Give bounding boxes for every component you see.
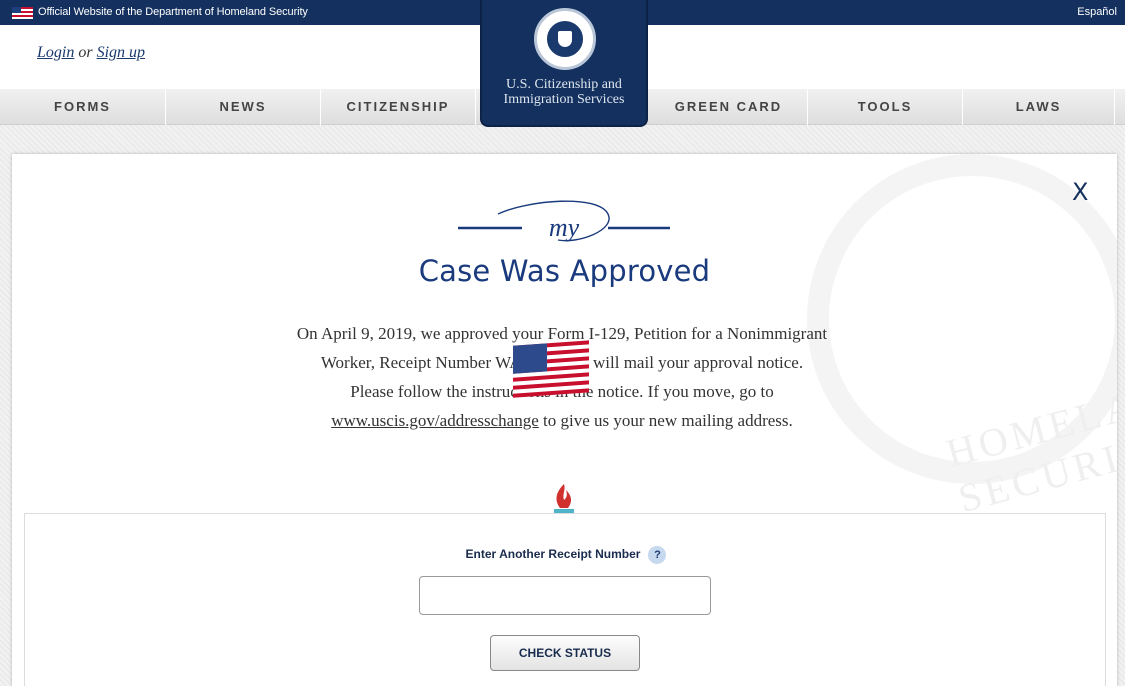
- uscis-logo[interactable]: U.S. Citizenship and Immigration Service…: [480, 0, 648, 127]
- case-status-card: HOMELAND SECURITY X my Case Was Approved…: [12, 154, 1117, 686]
- logo-line-1: U.S. Citizenship and: [506, 77, 622, 92]
- my-uscis-logo-icon: my: [458, 200, 670, 242]
- receipt-check-panel: Enter Another Receipt Number? CHECK STAT…: [24, 513, 1106, 686]
- check-status-button[interactable]: CHECK STATUS: [490, 635, 640, 671]
- message-line-4-rest: to give us your new mailing address.: [538, 411, 793, 430]
- logo-text: U.S. Citizenship and Immigration Service…: [482, 77, 646, 107]
- watermark-text: HOMELAND SECURITY: [941, 364, 1117, 522]
- auth-links: Login or Sign up: [37, 44, 145, 62]
- message-line-4: www.uscis.gov/addresschange to give us y…: [252, 406, 872, 435]
- nav-item-green-card[interactable]: GREEN CARD: [650, 89, 808, 125]
- us-flag-icon: [12, 7, 33, 19]
- nav-item-citizenship[interactable]: CITIZENSHIP: [321, 89, 476, 125]
- espanol-link[interactable]: Español: [1077, 6, 1117, 18]
- nav-item-laws[interactable]: LAWS: [963, 89, 1115, 125]
- close-button[interactable]: X: [1072, 178, 1088, 206]
- login-link[interactable]: Login: [37, 44, 74, 61]
- nav-item-news[interactable]: NEWS: [166, 89, 321, 125]
- american-flag-sticker-icon: [513, 340, 589, 398]
- official-website-text: Official Website of the Department of Ho…: [38, 6, 308, 18]
- help-icon[interactable]: ?: [648, 546, 667, 564]
- or-text: or: [78, 44, 93, 61]
- dhs-seal-icon: [534, 8, 596, 70]
- signup-link[interactable]: Sign up: [97, 44, 145, 61]
- receipt-label-text: Enter Another Receipt Number: [465, 547, 641, 562]
- receipt-number-input[interactable]: [419, 576, 711, 615]
- address-change-link[interactable]: www.uscis.gov/addresschange: [331, 411, 539, 430]
- receipt-label: Enter Another Receipt Number?: [25, 546, 1107, 564]
- logo-line-2: Immigration Services: [503, 92, 625, 107]
- nav-item-forms[interactable]: FORMS: [0, 89, 166, 125]
- message-line-2-rest: . We will mail your approval notice.: [558, 353, 804, 372]
- my-script-text: my: [549, 213, 580, 242]
- case-status-title: Case Was Approved: [418, 254, 711, 288]
- nav-item-tools[interactable]: TOOLS: [808, 89, 963, 125]
